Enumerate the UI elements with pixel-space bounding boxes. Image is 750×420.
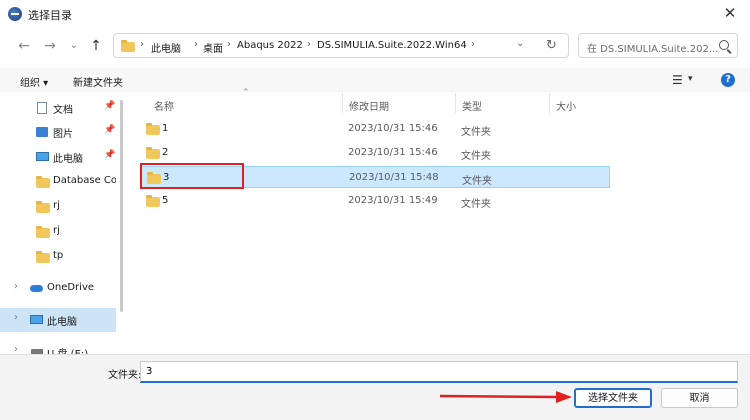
sidebar-item-pictures[interactable]: 图片 📌 <box>0 120 116 144</box>
column-header-size[interactable]: 大小 <box>556 98 576 113</box>
folder-icon <box>121 40 135 52</box>
breadcrumb-separator: › <box>140 39 144 50</box>
folder-icon <box>36 226 50 238</box>
sidebar-item-label: U 盘 (E:) <box>47 345 88 354</box>
folder-icon <box>146 195 160 207</box>
file-row[interactable]: 1 2023/10/31 15:46 文件夹 <box>140 118 610 140</box>
sidebar-item-label: 此电脑 <box>53 154 83 165</box>
up-button[interactable]: ↑ <box>86 36 106 56</box>
sidebar-item-label: Database Cor <box>53 175 116 186</box>
red-arrow-annotation <box>440 391 572 403</box>
folder-name-input[interactable] <box>140 361 738 383</box>
picture-icon <box>36 127 48 137</box>
sidebar-item-tp[interactable]: tp <box>0 245 116 269</box>
sidebar-item-database[interactable]: Database Cor <box>0 170 116 194</box>
folder-label: 文件夹: <box>108 370 142 381</box>
computer-icon <box>36 152 49 161</box>
breadcrumb-separator: › <box>471 39 475 50</box>
breadcrumb-abaqus[interactable]: Abaqus 2022 <box>237 40 303 51</box>
breadcrumb-separator: › <box>307 39 311 50</box>
column-divider[interactable] <box>455 93 456 113</box>
refresh-icon[interactable]: ↻ <box>546 38 557 53</box>
view-dropdown-icon[interactable]: ▾ <box>688 74 693 84</box>
close-button[interactable]: ✕ <box>716 2 744 24</box>
file-modified: 2023/10/31 15:49 <box>348 195 438 206</box>
folder-icon <box>36 176 50 188</box>
sidebar-item-label: rj <box>53 225 60 236</box>
file-modified: 2023/10/31 15:48 <box>349 172 439 183</box>
expand-chevron-icon[interactable]: › <box>14 281 18 292</box>
file-name: 1 <box>162 123 169 134</box>
folder-icon <box>146 123 160 135</box>
sidebar-item-label: 文档 <box>53 105 73 116</box>
breadcrumb-this-pc[interactable]: 此电脑 <box>151 40 181 55</box>
sidebar-item-label: OneDrive <box>47 282 95 293</box>
highlight-annotation-box <box>140 163 244 189</box>
sidebar-item-label: rj <box>53 200 60 211</box>
forward-button[interactable]: → <box>40 36 60 56</box>
sidebar-item-this-pc[interactable]: › 此电脑 <box>0 308 116 332</box>
view-options-icon[interactable]: ☰ <box>672 73 683 87</box>
folder-icon <box>146 147 160 159</box>
expand-chevron-icon[interactable]: › <box>14 312 18 323</box>
column-header-type[interactable]: 类型 <box>462 98 482 113</box>
document-icon <box>37 102 47 114</box>
sidebar-item-label: tp <box>53 250 64 261</box>
recent-locations-button[interactable]: ⌄ <box>64 36 84 56</box>
help-icon[interactable]: ? <box>721 73 735 87</box>
search-box[interactable]: 在 DS.SIMULIA.Suite.202... <box>578 33 738 58</box>
navigation-pane: 文档 📌 图片 📌 此电脑 📌 Database Cor rj rj tp › … <box>0 92 116 354</box>
file-row[interactable]: 2 2023/10/31 15:46 文件夹 <box>140 142 610 164</box>
new-folder-button[interactable]: 新建文件夹 <box>73 74 123 89</box>
pin-icon: 📌 <box>104 125 116 135</box>
column-divider[interactable] <box>342 93 343 113</box>
file-modified: 2023/10/31 15:46 <box>348 123 438 134</box>
breadcrumb-desktop[interactable]: 桌面 <box>203 40 223 55</box>
file-type: 文件夹 <box>461 199 491 210</box>
file-name: 5 <box>162 195 169 206</box>
folder-icon <box>36 201 50 213</box>
sort-ascending-icon: ⌃ <box>242 88 250 98</box>
column-header-name[interactable]: 名称 <box>154 98 174 113</box>
search-placeholder: 在 DS.SIMULIA.Suite.202... <box>587 44 719 55</box>
sidebar-item-rj[interactable]: rj <box>0 195 116 219</box>
title-bar: 选择目录 ✕ <box>0 0 750 28</box>
folder-icon <box>36 251 50 263</box>
command-bar: 组织 ▾ 新建文件夹 ☰ ▾ ? <box>0 68 750 92</box>
pin-icon: 📌 <box>104 101 116 111</box>
file-type: 文件夹 <box>461 151 491 162</box>
file-modified: 2023/10/31 15:46 <box>348 147 438 158</box>
file-type: 文件夹 <box>461 127 491 138</box>
computer-icon <box>30 315 43 324</box>
cancel-button[interactable]: 取消 <box>661 388 738 408</box>
cloud-icon <box>30 285 43 292</box>
sidebar-item-rj-2[interactable]: rj <box>0 220 116 244</box>
sidebar-item-this-pc-pinned[interactable]: 此电脑 📌 <box>0 145 116 169</box>
address-dropdown-icon[interactable]: ⌄ <box>516 38 524 49</box>
address-bar[interactable]: › 此电脑 › 桌面 › Abaqus 2022 › DS.SIMULIA.Su… <box>113 33 569 58</box>
file-type: 文件夹 <box>462 176 492 187</box>
file-name: 2 <box>162 147 169 158</box>
column-divider[interactable] <box>549 93 550 113</box>
file-row[interactable]: 5 2023/10/31 15:49 文件夹 <box>140 190 610 212</box>
sidebar-item-onedrive[interactable]: › OneDrive <box>0 277 116 301</box>
select-folder-button[interactable]: 选择文件夹 <box>574 388 652 408</box>
breadcrumb-separator: › <box>227 39 231 50</box>
app-logo-icon <box>8 7 22 21</box>
sidebar-item-label: 图片 <box>53 129 73 140</box>
window-title: 选择目录 <box>28 9 72 22</box>
expand-chevron-icon[interactable]: › <box>14 344 18 354</box>
back-button[interactable]: ← <box>14 36 34 56</box>
breadcrumb-ds-simulia[interactable]: DS.SIMULIA.Suite.2022.Win64 <box>317 40 467 51</box>
sidebar-item-label: 此电脑 <box>47 317 77 328</box>
sidebar-scrollbar[interactable] <box>120 100 123 312</box>
sidebar-item-documents[interactable]: 文档 📌 <box>0 96 116 120</box>
sidebar-item-usb-drive[interactable]: › U 盘 (E:) <box>0 340 116 354</box>
column-header-modified[interactable]: 修改日期 <box>349 98 389 113</box>
organize-menu[interactable]: 组织 ▾ <box>20 74 48 89</box>
search-icon[interactable] <box>719 40 729 50</box>
breadcrumb-separator: › <box>194 39 198 50</box>
pin-icon: 📌 <box>104 150 116 160</box>
